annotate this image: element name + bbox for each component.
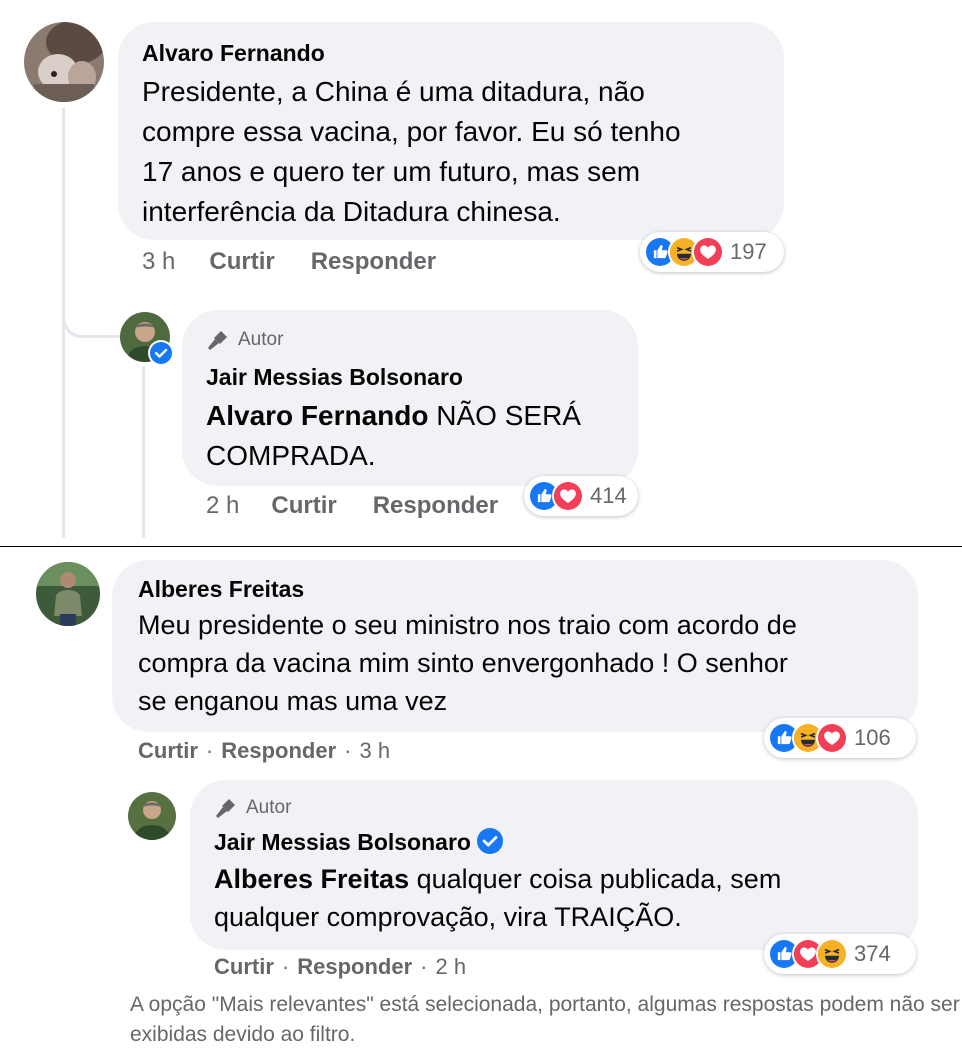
divider — [0, 546, 962, 547]
reply-actions: 2 h Curtir Responder — [206, 492, 498, 520]
like-button[interactable]: Curtir — [138, 738, 198, 764]
reply-actions: Curtir · Responder · 2 h — [214, 954, 467, 980]
reply-time[interactable]: 2 h — [206, 492, 239, 520]
reply-thread-line — [142, 366, 145, 538]
reaction-summary[interactable]: 197 — [640, 232, 784, 272]
haha-icon — [816, 938, 848, 970]
reaction-count: 106 — [854, 725, 891, 750]
like-button[interactable]: Curtir — [209, 248, 274, 276]
reaction-count: 374 — [854, 941, 891, 966]
comment-actions: Curtir · Responder · 3 h — [138, 738, 391, 764]
author-tag: Autor — [206, 328, 283, 352]
mention-link[interactable]: Alvaro Fernando — [206, 400, 428, 431]
verified-badge-icon — [476, 828, 503, 854]
reply-author: Jair Messias Bolsonaro — [214, 828, 503, 856]
reaction-summary[interactable]: 374 — [764, 934, 916, 974]
reply-button[interactable]: Responder — [221, 738, 336, 764]
verified-badge-icon — [148, 340, 174, 366]
reply-text: Alvaro Fernando NÃO SERÁ COMPRADA. — [206, 400, 581, 471]
reply-time[interactable]: 2 h — [435, 954, 466, 980]
mention-link[interactable]: Alberes Freitas — [214, 864, 409, 894]
microphone-icon — [216, 799, 235, 818]
avatar[interactable] — [36, 562, 100, 626]
love-icon — [816, 722, 848, 754]
microphone-icon — [208, 331, 227, 350]
comment-author[interactable]: Alvaro Fernando — [142, 40, 325, 67]
avatar[interactable] — [24, 22, 104, 102]
reply-author-link[interactable]: Jair Messias Bolsonaro — [214, 829, 471, 855]
comment-time[interactable]: 3 h — [359, 738, 390, 764]
reply-button[interactable]: Responder — [373, 492, 498, 520]
filter-notice: A opção "Mais relevantes" está seleciona… — [130, 993, 960, 1046]
author-tag-label: Autor — [238, 329, 284, 350]
author-tag-label: Autor — [246, 797, 292, 818]
reaction-summary[interactable]: 106 — [764, 718, 916, 758]
comment-actions: 3 h Curtir Responder — [142, 248, 436, 276]
like-button[interactable]: Curtir — [214, 954, 274, 980]
like-button[interactable]: Curtir — [271, 492, 336, 520]
love-icon — [552, 480, 584, 512]
comment-time[interactable]: 3 h — [142, 248, 175, 276]
avatar[interactable] — [128, 792, 176, 840]
reaction-count: 414 — [590, 483, 627, 508]
reply-button[interactable]: Responder — [297, 954, 412, 980]
love-icon — [692, 236, 724, 268]
reaction-count: 197 — [730, 239, 767, 264]
reply-text: Alberes Freitas qualquer coisa publicada… — [214, 864, 782, 932]
reply-author[interactable]: Jair Messias Bolsonaro — [206, 364, 463, 391]
thread-branch-line — [62, 300, 120, 338]
comment-text: Presidente, a China é uma ditadura, não … — [142, 76, 681, 227]
reply-button[interactable]: Responder — [311, 248, 436, 276]
comment-author[interactable]: Alberes Freitas — [138, 576, 304, 603]
author-tag: Autor — [214, 796, 291, 820]
reaction-summary[interactable]: 414 — [524, 476, 638, 516]
comment-text: Meu presidente o seu ministro nos traio … — [138, 610, 797, 716]
